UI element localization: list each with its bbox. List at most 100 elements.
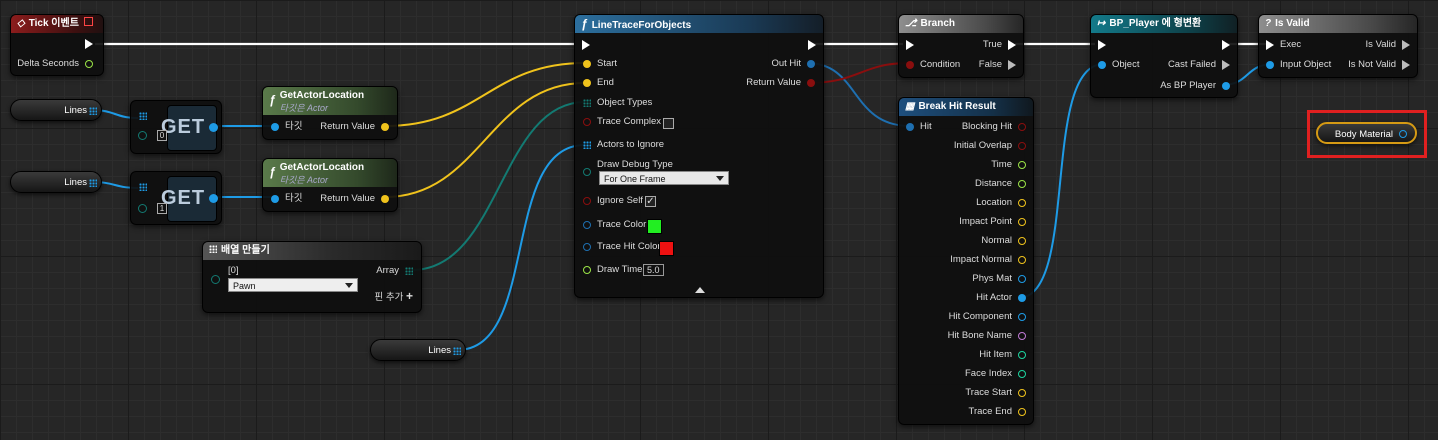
is-valid-node[interactable]: ? Is Valid Exec Input Object Is Valid Is … bbox=[1258, 14, 1418, 78]
make-array-node[interactable]: 배열 만들기 [0] Pawn Array 핀 추가 + bbox=[202, 241, 422, 313]
break-output-pin[interactable]: Hit Actor bbox=[976, 291, 1026, 305]
object-type-dropdown[interactable]: Pawn bbox=[228, 278, 358, 292]
index-box[interactable]: 1 bbox=[157, 203, 167, 214]
cast-node[interactable]: ↦ BP_Player 에 형변환 Object Cast Failed As B… bbox=[1090, 14, 1238, 98]
array-out-pin[interactable]: Array bbox=[376, 264, 413, 278]
break-output-pin[interactable]: Initial Overlap bbox=[954, 139, 1026, 153]
ignore-self-pin[interactable]: Ignore Self bbox=[583, 194, 643, 208]
get-out-pin[interactable] bbox=[209, 194, 218, 203]
break-hit-result-node[interactable]: ▦ Break Hit Result Hit Blocking Hit Initia… bbox=[898, 97, 1034, 425]
trace-hit-color-pin[interactable]: Trace Hit Color bbox=[583, 240, 661, 254]
get-node-2[interactable]: GET 1 bbox=[130, 171, 222, 225]
cast-object-pin[interactable]: Object bbox=[1098, 58, 1139, 72]
break-output-pin[interactable]: Face Index bbox=[965, 367, 1026, 381]
break-output-pin[interactable]: Time bbox=[991, 158, 1026, 172]
array-in-icon[interactable] bbox=[139, 183, 147, 191]
break-output-label: Face Index bbox=[965, 368, 1012, 379]
function-icon: ƒ bbox=[581, 17, 588, 31]
exec-label: Exec bbox=[1280, 39, 1302, 50]
target-pin[interactable]: 타깃 bbox=[271, 192, 302, 206]
ignore-self-checkbox[interactable]: ✓ bbox=[645, 196, 656, 207]
break-output-pin[interactable]: Trace End bbox=[969, 405, 1026, 419]
start-pin[interactable]: Start bbox=[583, 57, 617, 71]
question-icon: ? bbox=[1265, 18, 1272, 29]
trace-exec-in-pin[interactable] bbox=[582, 40, 590, 50]
trace-hit-color-swatch[interactable] bbox=[659, 241, 674, 256]
break-output-pin[interactable]: Hit Item bbox=[979, 348, 1026, 362]
break-output-pin[interactable]: Location bbox=[976, 196, 1026, 210]
gal-title: GetActorLocation bbox=[279, 90, 365, 101]
break-output-pin[interactable]: Hit Bone Name bbox=[948, 329, 1026, 343]
end-pin[interactable]: End bbox=[583, 76, 614, 90]
branch-node[interactable]: ⎇ Branch Condition True False bbox=[898, 14, 1024, 78]
element-pin[interactable] bbox=[211, 275, 220, 284]
index-pin[interactable] bbox=[138, 204, 147, 213]
body-material-label: Body Material bbox=[1334, 129, 1393, 140]
get-actor-location-node-1[interactable]: ƒ GetActorLocation 타깃은 Actor 타깃 Return Val… bbox=[262, 86, 398, 140]
lines-variable-3[interactable]: Lines bbox=[370, 339, 466, 361]
index-pin[interactable] bbox=[138, 131, 147, 140]
body-material-variable[interactable]: Body Material bbox=[1316, 122, 1417, 144]
get-node-1[interactable]: GET 0 bbox=[130, 100, 222, 154]
lines-label: Lines bbox=[64, 177, 87, 188]
draw-time-input[interactable]: 5.0 bbox=[643, 264, 664, 276]
trace-color-swatch[interactable] bbox=[647, 219, 662, 234]
tick-exec-out-pin[interactable] bbox=[85, 39, 93, 49]
trace-complex-pin[interactable]: Trace Complex bbox=[583, 115, 661, 129]
break-output-pin[interactable]: Impact Normal bbox=[950, 253, 1026, 267]
as-player-label: As BP Player bbox=[1160, 80, 1216, 91]
true-pin[interactable]: True bbox=[983, 38, 1016, 52]
cast-title: BP_Player 에 형변환 bbox=[1109, 18, 1202, 29]
actors-to-ignore-pin[interactable]: Actors to Ignore bbox=[583, 138, 664, 152]
is-valid-exec-pin[interactable]: Exec bbox=[1266, 38, 1301, 52]
tick-title: Tick 이벤트 bbox=[28, 18, 79, 29]
cast-failed-pin[interactable]: Cast Failed bbox=[1168, 58, 1230, 72]
lines-variable-2[interactable]: Lines bbox=[10, 171, 102, 193]
lines-label: Lines bbox=[428, 345, 451, 356]
array-in-icon[interactable] bbox=[139, 112, 147, 120]
return-value-pin[interactable]: Return Value bbox=[320, 192, 389, 206]
struct-icon: ▦ bbox=[905, 101, 915, 112]
body-material-pin[interactable] bbox=[1399, 130, 1407, 138]
hit-pin[interactable]: Hit bbox=[906, 120, 932, 134]
as-player-pin[interactable]: As BP Player bbox=[1160, 79, 1230, 93]
tick-event-node[interactable]: ◇ Tick 이벤트 Delta Seconds bbox=[10, 14, 104, 76]
trace-complex-checkbox[interactable] bbox=[663, 118, 674, 129]
line-trace-node[interactable]: ƒ LineTraceForObjects Start End Object Ty… bbox=[574, 14, 824, 298]
cast-exec-out-pin[interactable] bbox=[1222, 40, 1230, 50]
collapse-arrow-icon[interactable] bbox=[695, 287, 705, 293]
break-output-pin[interactable]: Normal bbox=[981, 234, 1026, 248]
break-output-pin[interactable]: Hit Component bbox=[949, 310, 1026, 324]
draw-time-pin[interactable]: Draw Time bbox=[583, 263, 642, 277]
index-box[interactable]: 0 bbox=[157, 130, 167, 141]
condition-pin[interactable]: Condition bbox=[906, 58, 960, 72]
break-output-pin[interactable]: Trace Start bbox=[965, 386, 1026, 400]
draw-debug-pin[interactable] bbox=[583, 168, 591, 176]
draw-debug-dropdown[interactable]: For One Frame bbox=[599, 171, 729, 185]
is-valid-out-pin[interactable]: Is Valid bbox=[1366, 38, 1410, 52]
input-object-label: Input Object bbox=[1280, 59, 1332, 70]
break-output-pin[interactable]: Phys Mat bbox=[972, 272, 1026, 286]
cast-exec-in-pin[interactable] bbox=[1098, 40, 1106, 50]
break-output-pin[interactable]: Distance bbox=[975, 177, 1026, 191]
return-value-pin[interactable]: Return Value bbox=[320, 120, 389, 134]
condition-label: Condition bbox=[920, 59, 961, 70]
input-object-pin[interactable]: Input Object bbox=[1266, 58, 1331, 72]
trace-color-pin[interactable]: Trace Color bbox=[583, 218, 646, 232]
object-types-pin[interactable]: Object Types bbox=[583, 96, 652, 110]
get-actor-location-node-2[interactable]: ƒ GetActorLocation 타깃은 Actor 타깃 Return Val… bbox=[262, 158, 398, 212]
out-hit-pin[interactable]: Out Hit bbox=[771, 57, 815, 71]
false-pin[interactable]: False bbox=[979, 58, 1016, 72]
delta-seconds-pin[interactable]: Delta Seconds bbox=[17, 57, 93, 71]
break-output-pin[interactable]: Impact Point bbox=[959, 215, 1026, 229]
target-pin[interactable]: 타깃 bbox=[271, 120, 302, 134]
add-pin-button[interactable]: 핀 추가 + bbox=[374, 289, 413, 303]
break-output-pin[interactable]: Blocking Hit bbox=[962, 120, 1026, 134]
get-out-pin[interactable] bbox=[209, 123, 218, 132]
is-not-valid-pin[interactable]: Is Not Valid bbox=[1348, 58, 1410, 72]
lines-variable-1[interactable]: Lines bbox=[10, 99, 102, 121]
branch-exec-in-pin[interactable] bbox=[906, 40, 914, 50]
start-label: Start bbox=[597, 58, 618, 69]
trace-exec-out-pin[interactable] bbox=[808, 40, 816, 50]
trace-return-pin[interactable]: Return Value bbox=[746, 76, 815, 90]
